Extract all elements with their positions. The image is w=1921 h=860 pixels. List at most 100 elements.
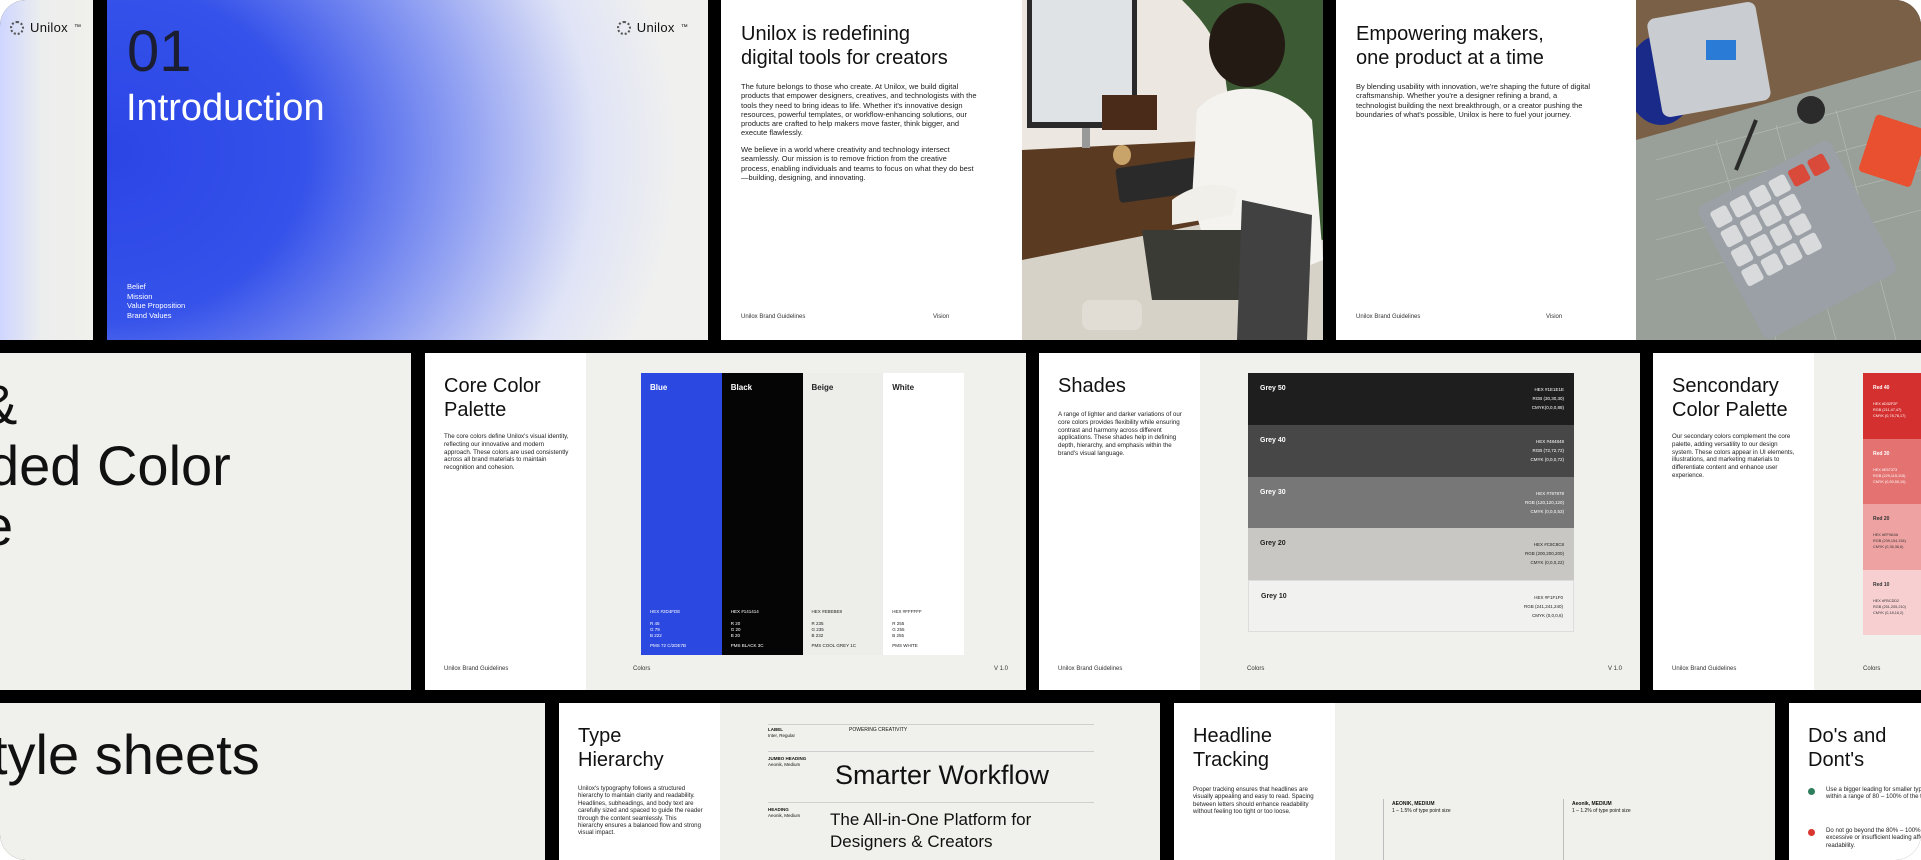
swatch-hex: HEX #2D4FDE <box>650 609 681 614</box>
section-number: 01 <box>127 19 192 84</box>
slide-partial-left: Unilox ™ <box>0 0 93 340</box>
slide-left-panel: Core Color Palette The core colors defin… <box>425 353 586 690</box>
red-name: Red 20 <box>1873 516 1890 522</box>
intro-item: Mission <box>127 291 153 301</box>
grey-swatch: Grey 40 HEX #484848 RGB (72,72,72) CMYK (0,… <box>1248 424 1574 477</box>
slide-paragraph: By blending usability with innovation, w… <box>1356 82 1591 119</box>
divider <box>1383 799 1384 860</box>
do-text: Use a bigger leading for smaller type si… <box>1826 786 1921 801</box>
slide-title: Shades <box>1058 375 1126 397</box>
divider <box>1563 799 1564 860</box>
grey-values: HEX #C8C8C8 RGB (200,200,200) CMYK (0,0,0,… <box>1525 540 1564 567</box>
label-sample: POWERING CREATIVITY <box>849 727 908 733</box>
slide-left-panel: Headline Tracking Proper tracking ensure… <box>1174 703 1335 860</box>
photo-keyboard-workspace <box>1636 0 1921 340</box>
grey-hex: HEX #484848 <box>1535 438 1564 444</box>
red-cmyk: CMYK (0,50,50,10) <box>1873 479 1906 484</box>
swatch-name: Beige <box>811 383 834 392</box>
section-heading-line: ded Color <box>0 434 231 497</box>
slide-secondary-palette[interactable]: Sencondary Color Palette Our secondary c… <box>1653 353 1921 690</box>
slide-shades[interactable]: Shades A range of lighter and darker var… <box>1039 353 1640 690</box>
grey-values: HEX #484848 RGB (72,72,72) CMYK (0,0,0,72) <box>1530 437 1564 464</box>
swatch-pms: PMS BLACK 3C <box>730 643 764 648</box>
slide-paragraph: The core colors define Unilox's visual i… <box>444 433 569 472</box>
swatch-hex: HEX #EBEBE8 <box>811 609 843 614</box>
slide-type-hierarchy[interactable]: Type Hierarchy Unilox's typography follo… <box>559 703 1160 860</box>
grey-values: HEX #F1F1F0 RGB (241,241,240) CMYK (0,0,0,… <box>1524 593 1563 620</box>
grey-rgb: RGB (72,72,72) <box>1532 447 1564 453</box>
cross-icon <box>1808 829 1815 836</box>
red-rgb: RGB (251,205,210) <box>1873 604 1906 609</box>
section-heading-line: tyle sheets <box>0 723 260 786</box>
swatch-rgb: B 20 <box>730 633 741 638</box>
tracking-col-rule: 1 – 1.5% of type point size <box>1392 808 1451 814</box>
color-swatch: Black HEX #141414 R 20 G 20 B 20 PMS BLACK 3C <box>721 373 803 655</box>
footer-right: Vision <box>1546 314 1563 320</box>
intro-items-list: Belief Mission Value Proposition Brand V… <box>127 282 185 320</box>
slide-left-panel: Sencondary Color Palette Our secondary c… <box>1653 353 1814 690</box>
swatch-rgb: B 255 <box>892 633 905 638</box>
slide-vision-text[interactable]: Unilox is redefining digital tools for c… <box>721 0 1022 340</box>
slide-title: Type Hierarchy <box>578 725 664 771</box>
slide-title: Empowering makers, one product at a time <box>1356 23 1544 69</box>
red-name: Red 30 <box>1873 450 1890 457</box>
section-title: Introduction <box>126 87 325 129</box>
color-swatch: Beige HEX #EBEBE8 R 235 G 235 B 232 PMS COOL … <box>802 373 884 655</box>
divider <box>768 724 1094 725</box>
swatch-pms: PMS WHITE <box>892 643 918 648</box>
slide-introduction[interactable]: 01 Introduction Belief Mission Value Pro… <box>107 0 708 340</box>
red-values: HEX #E57373 RGB (229,115,115) CMYK (0,50,5… <box>1873 467 1906 485</box>
red-swatch: Red 40 HEX #D32F2F RGB (211,47,47) CMYK (0,… <box>1863 373 1921 439</box>
grey-cmyk: CMYK (0,0,0,72) <box>1530 456 1564 462</box>
slide-left-panel: Shades A range of lighter and darker var… <box>1039 353 1200 690</box>
slide-dos-and-donts[interactable]: Do's and Dont's Use a bigger leading for… <box>1789 703 1921 860</box>
grey-name: Grey 30 <box>1260 488 1286 496</box>
swatch-pms: PMS 72 C/2DE7B <box>650 643 687 648</box>
grey-values: HEX #1E1E1E RGB (30,30,30) CMYK(0,0,0,88) <box>1532 385 1564 412</box>
slide-headline-tracking[interactable]: Headline Tracking Proper tracking ensure… <box>1174 703 1775 860</box>
intro-item: Belief <box>127 282 146 291</box>
slide-paragraph: A range of lighter and darker variations… <box>1058 411 1182 457</box>
section-heading-line: & <box>0 375 17 435</box>
footer-left: Unilox Brand Guidelines <box>444 666 509 672</box>
logo-mark-icon <box>10 20 24 35</box>
section-heading-line: e <box>0 496 13 556</box>
logo-text: Unilox <box>30 20 68 35</box>
desk-photo-illustration <box>1022 0 1323 340</box>
red-name: Red 10 <box>1873 581 1890 588</box>
grey-hex: HEX #C8C8C8 <box>1533 542 1564 548</box>
grey-values: HEX #787878 RGB (120,120,120) CMYK (0,0,0,… <box>1525 489 1564 516</box>
red-rgb: RGB (229,115,115) <box>1873 473 1906 478</box>
grey-rgb: RGB (30,30,30) <box>1532 396 1564 401</box>
intro-item: Value Proposition <box>127 301 186 310</box>
intro-item: Brand Values <box>127 310 172 320</box>
tracking-col-name: Aeonik, MEDIUM <box>1572 801 1612 807</box>
swatch-rgb: B 222 <box>650 633 662 638</box>
footer-left: Unilox Brand Guidelines <box>1356 314 1421 320</box>
tracking-col-rule: 1 – 1.2% of type point size <box>1572 808 1631 814</box>
check-icon <box>1808 788 1815 795</box>
slide-section-colors[interactable]: & ded Color e <box>0 353 411 690</box>
grey-cmyk: CMYK (0,0,0,53) <box>1530 508 1564 514</box>
grey-hex: HEX #787878 <box>1535 490 1564 496</box>
grey-swatch-group: Grey 50 HEX #1E1E1E RGB (30,30,30) CMYK(0,0… <box>1248 373 1574 632</box>
color-swatch: Blue HEX #2D4FDE R 45 G 79 B 222 PMS 72 C/2DE… <box>641 373 722 655</box>
grey-cmyk: CMYK(0,0,0,88) <box>1531 405 1564 410</box>
swatch-pms: PMS COOL GREY 1C <box>811 643 857 648</box>
grey-swatch: Grey 30 HEX #787878 RGB (120,120,120) CMYK … <box>1248 476 1574 529</box>
type-spec-jumbo: JUMBO HEADING Aeonik, Medium Smarter Wor… <box>768 756 1050 790</box>
footer-mid: Colors <box>1863 666 1881 672</box>
slide-vision-makers[interactable]: Empowering makers, one product at a time… <box>1336 0 1636 340</box>
jumbo-sample: Smarter Workflow <box>835 760 1050 790</box>
color-swatch: White HEX #FFFFFF R 255 G 255 B 255 PMS WHITE <box>883 373 964 655</box>
grey-rgb: RGB (241,241,240) <box>1523 604 1563 610</box>
red-values: HEX #EF9A9A RGB (239,154,154) CMYK (0,36,3… <box>1873 532 1906 550</box>
slide-paragraph: We believe in a world where creativity a… <box>741 145 974 182</box>
divider <box>768 802 1094 803</box>
core-swatch-group: Blue HEX #2D4FDE R 45 G 79 B 222 PMS 72 C/2DE… <box>641 373 964 655</box>
grey-swatch: Grey 20 HEX #C8C8C8 RGB (200,200,200) CMYK … <box>1248 528 1574 581</box>
slide-section-style-sheets[interactable]: tyle sheets <box>0 703 545 860</box>
grey-cmyk: CMYK (0,0,0,6) <box>1531 613 1563 619</box>
dont-text: Do not go beyond the 80% – 100% range, a… <box>1826 827 1921 849</box>
slide-core-color-palette[interactable]: Core Color Palette The core colors defin… <box>425 353 1026 690</box>
